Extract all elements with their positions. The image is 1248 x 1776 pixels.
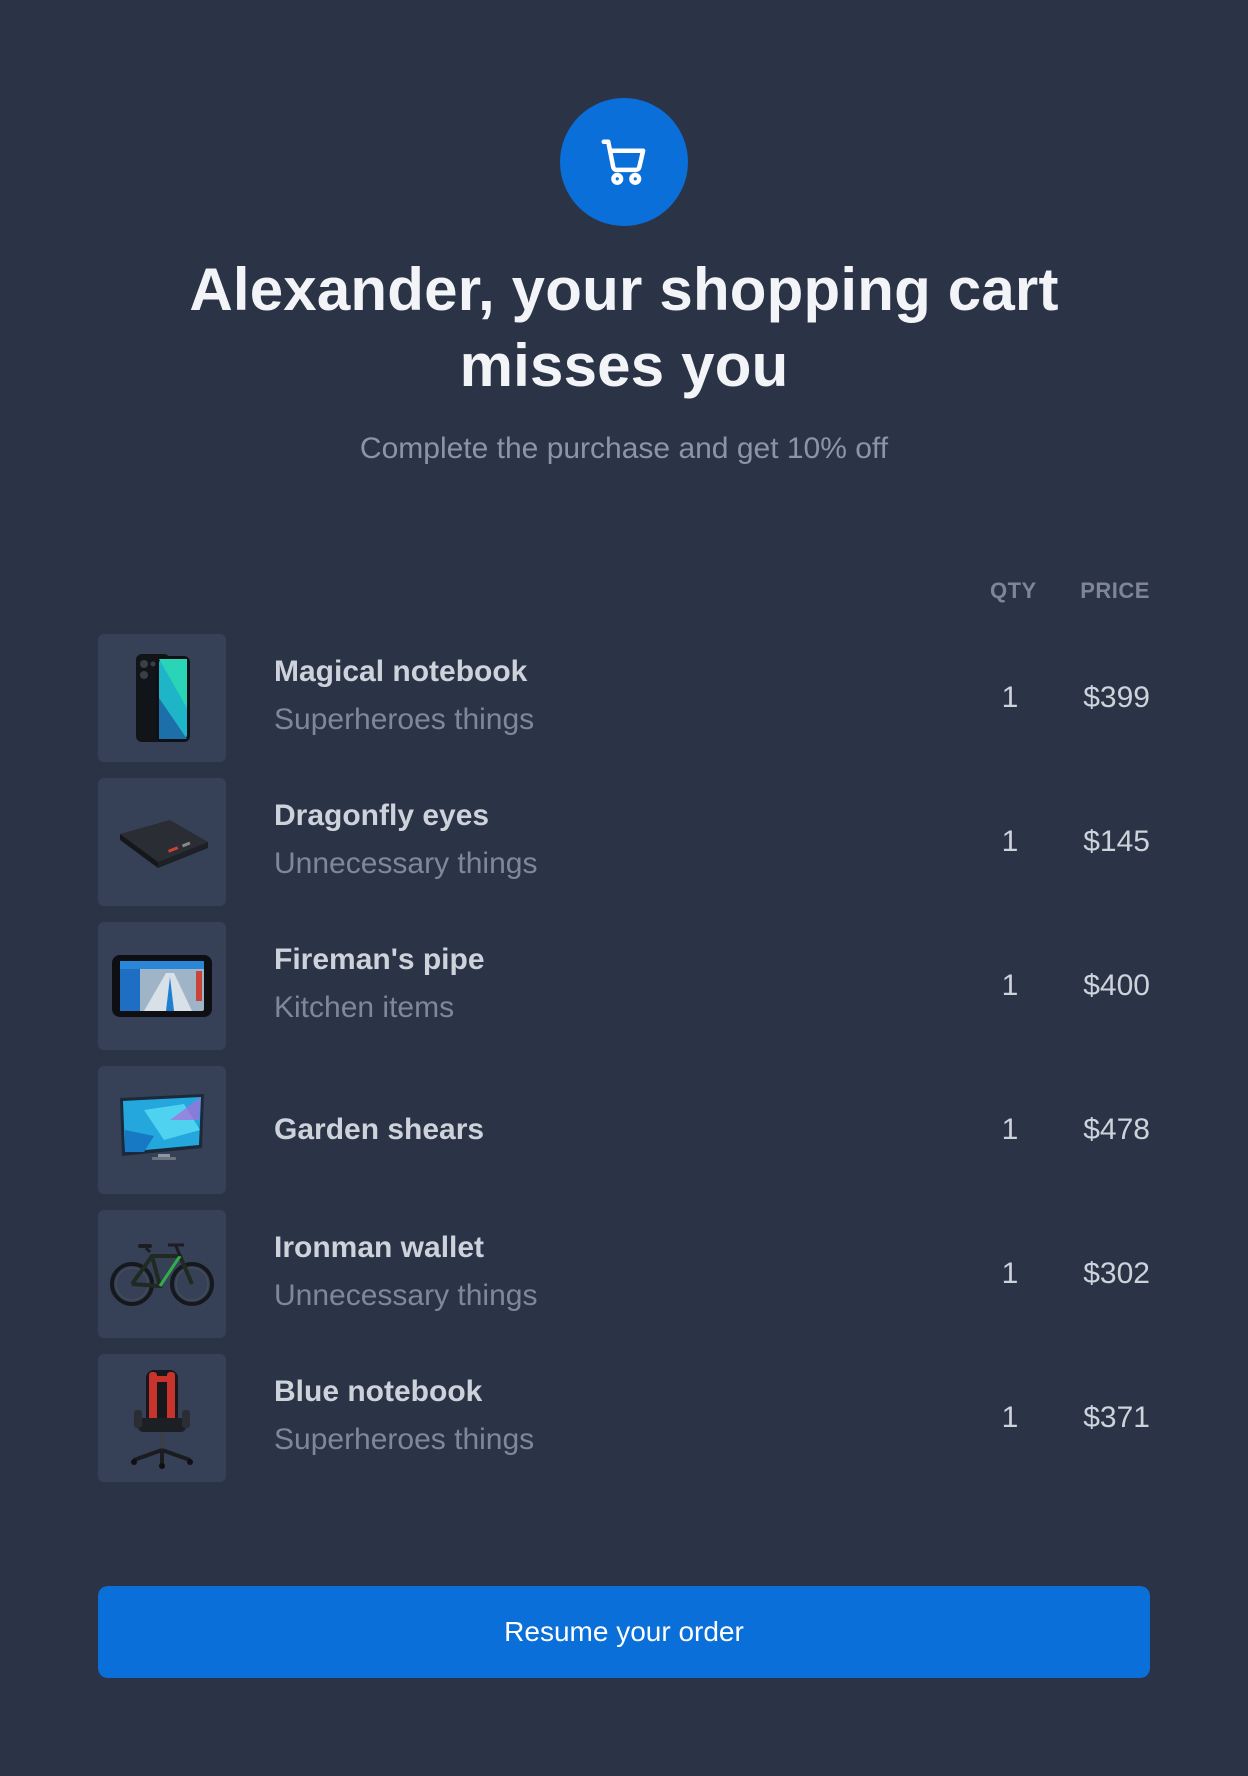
item-price: $399 [1083, 681, 1150, 714]
item-name: Garden shears [274, 1113, 485, 1146]
cart-item: Ironman wallet Unnecessary things 1 $302 [98, 1210, 1150, 1338]
item-name: Ironman wallet [274, 1231, 485, 1264]
item-qty: 1 [1001, 681, 1019, 714]
smartphone-image [98, 634, 226, 762]
television-image [98, 1066, 226, 1194]
price-column-header: PRICE [1080, 578, 1150, 603]
item-category: Superheroes things [274, 1423, 535, 1456]
cart-items-list: Magical notebook Superheroes things 1 $3… [98, 634, 1150, 1498]
gps-navigator-image [98, 922, 226, 1050]
item-price: $371 [1083, 1401, 1150, 1434]
cart-item: Blue notebook Superheroes things 1 $371 [98, 1354, 1150, 1482]
page-subtitle: Complete the purchase and get 10% off [359, 432, 889, 465]
item-name: Magical notebook [274, 655, 528, 688]
item-qty: 1 [1001, 825, 1019, 858]
cart-badge [560, 98, 688, 226]
cart-item: Garden shears 1 $478 [98, 1066, 1150, 1194]
item-name: Dragonfly eyes [274, 799, 490, 832]
power-bank-image [98, 778, 226, 906]
item-category: Superheroes things [274, 703, 535, 736]
resume-order-button[interactable]: Resume your order [98, 1586, 1150, 1678]
item-name: Blue notebook [274, 1375, 483, 1408]
cart-item: Dragonfly eyes Unnecessary things 1 $145 [98, 778, 1150, 906]
shopping-cart-icon [601, 139, 646, 185]
item-category: Unnecessary things [274, 847, 538, 880]
item-price: $400 [1083, 969, 1150, 1002]
cart-item: Magical notebook Superheroes things 1 $3… [98, 634, 1150, 762]
item-price: $478 [1083, 1113, 1150, 1146]
item-name: Fireman's pipe [274, 943, 485, 976]
gaming-chair-image [98, 1354, 226, 1482]
item-price: $145 [1083, 825, 1150, 858]
item-category: Kitchen items [274, 991, 455, 1024]
email-card: Alexander, your shopping cart misses you… [0, 0, 1248, 1776]
item-qty: 1 [1001, 969, 1019, 1002]
qty-column-header: QTY [990, 578, 1037, 603]
item-category: Unnecessary things [274, 1279, 538, 1312]
page-title: Alexander, your shopping cart misses you [189, 256, 1059, 399]
cart-item: Fireman's pipe Kitchen items 1 $400 [98, 922, 1150, 1050]
bicycle-image [98, 1210, 226, 1338]
item-price: $302 [1083, 1257, 1150, 1290]
item-qty: 1 [1001, 1401, 1019, 1434]
item-qty: 1 [1001, 1113, 1019, 1146]
item-qty: 1 [1001, 1257, 1019, 1290]
